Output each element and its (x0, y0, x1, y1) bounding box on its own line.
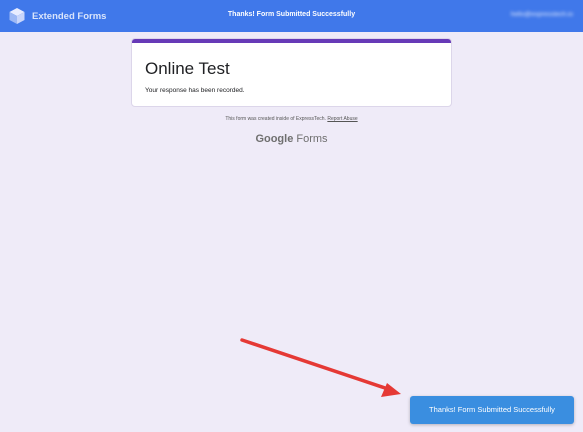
google-forms-logo[interactable]: Google Forms (0, 133, 583, 145)
form-disclaimer: This form was created inside of ExpressT… (0, 116, 583, 122)
google-wordmark: Google (255, 133, 294, 145)
confirmation-message: Your response has been recorded. (145, 87, 245, 94)
top-bar: Extended Forms Thanks! Form Submitted Su… (0, 0, 583, 32)
report-abuse-link[interactable]: Report Abuse (327, 116, 357, 122)
top-bar-title: Thanks! Form Submitted Successfully (227, 11, 356, 18)
success-toast[interactable]: Thanks! Form Submitted Successfully (410, 396, 574, 424)
disclaimer-text: This form was created inside of ExpressT… (225, 116, 326, 122)
confirmation-card: Online Test Your response has been recor… (131, 38, 452, 107)
forms-wordmark: Forms (296, 133, 328, 145)
form-title: Online Test (145, 59, 230, 78)
user-email[interactable]: hello@expresstech.io (511, 11, 573, 18)
card-accent-bar (132, 39, 451, 43)
